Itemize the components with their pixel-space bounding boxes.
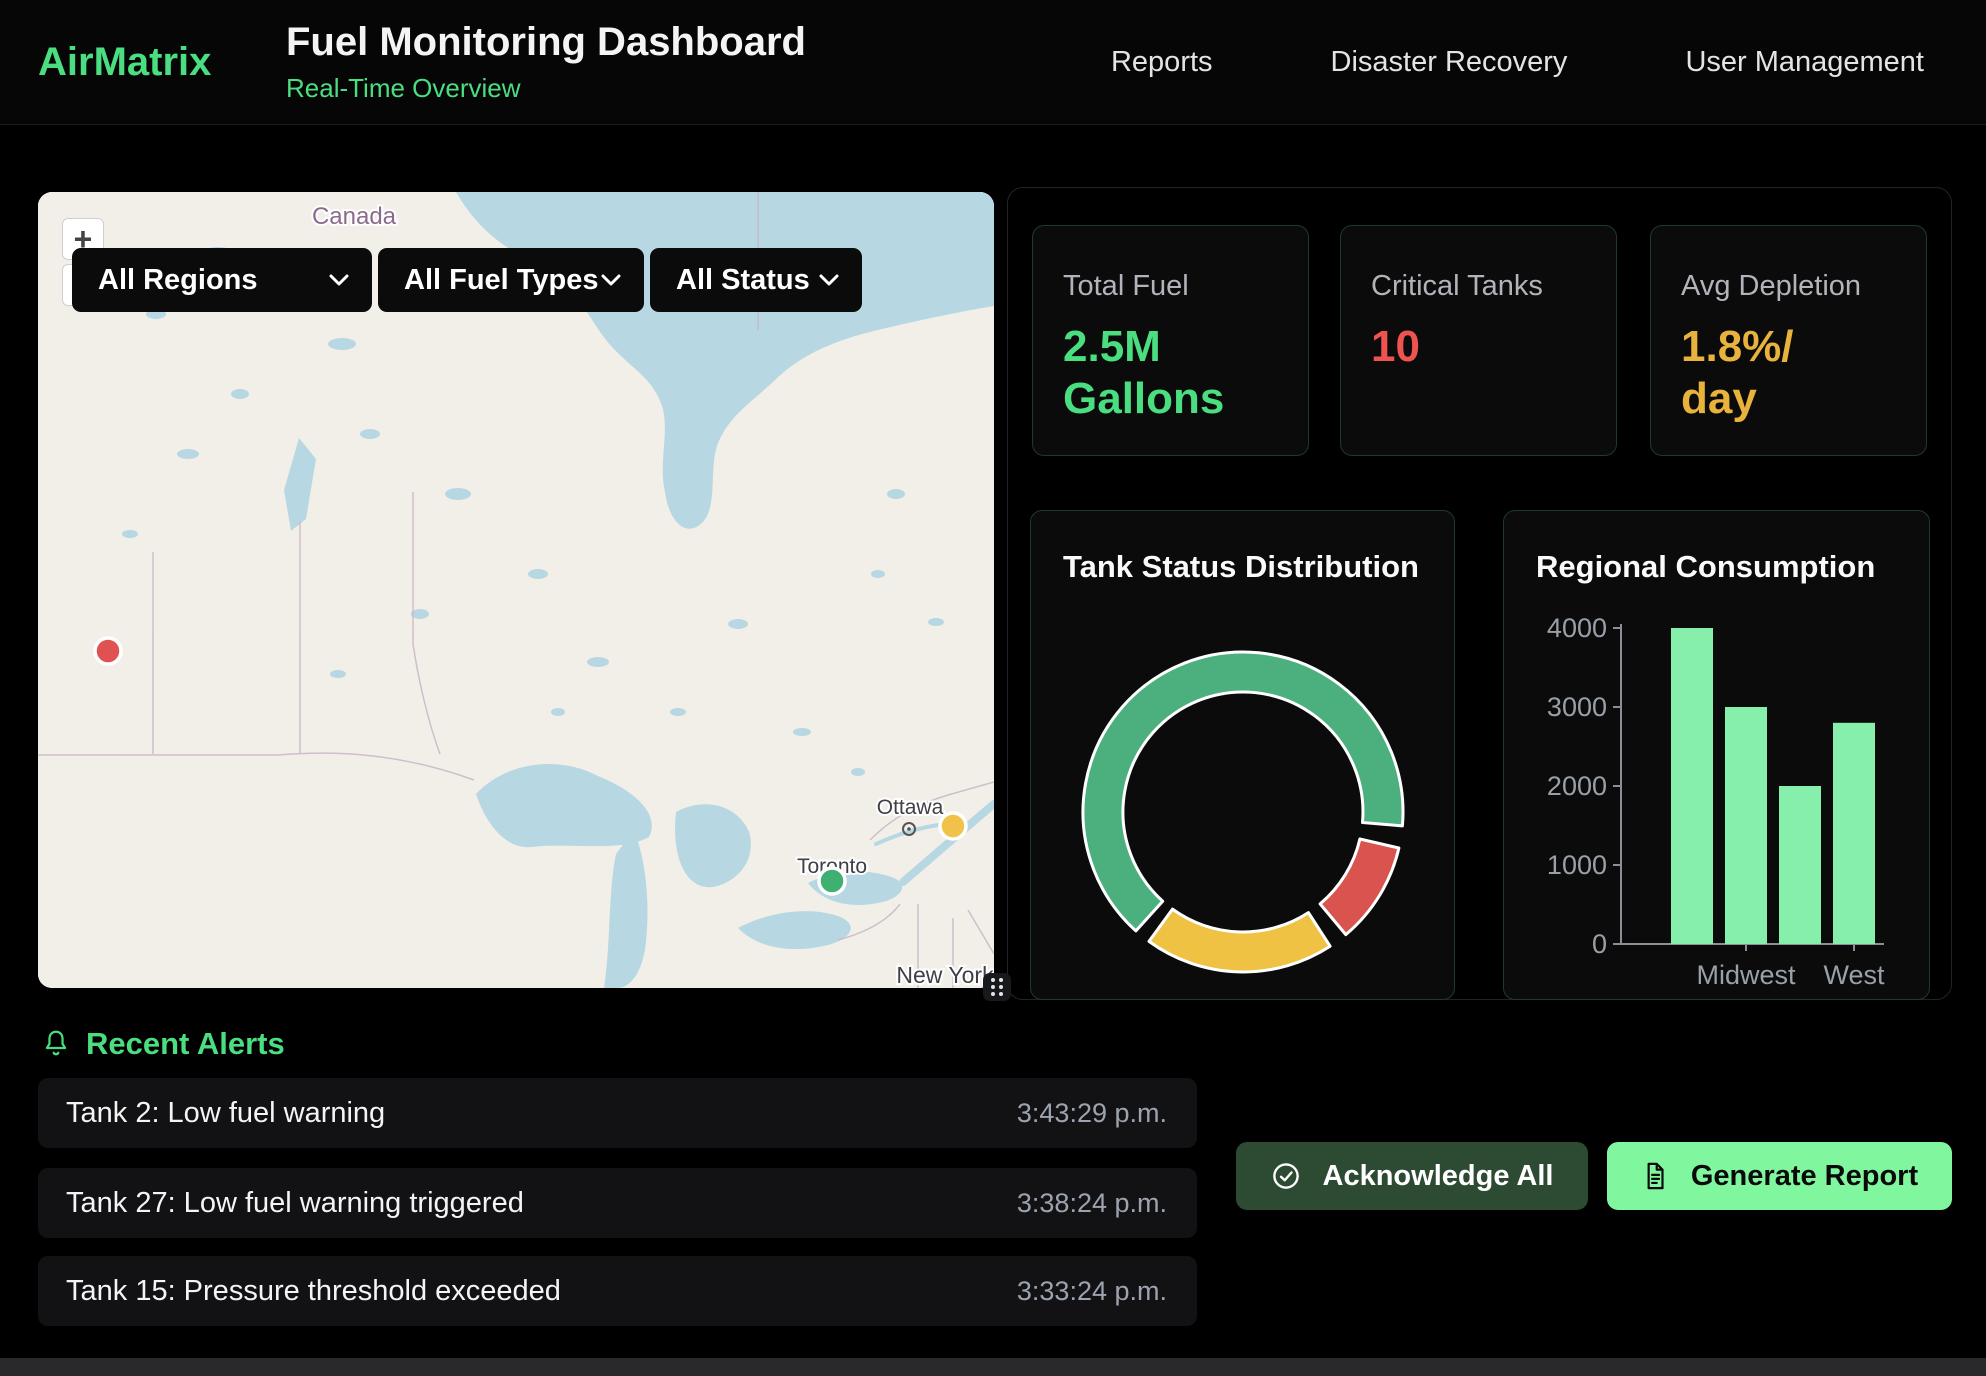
tank-status-chart-card: Tank Status Distribution	[1030, 510, 1455, 1000]
nav-user-management[interactable]: User Management	[1685, 46, 1924, 79]
svg-text:Midwest: Midwest	[1696, 960, 1796, 990]
alert-row[interactable]: Tank 27: Low fuel warning triggered 3:38…	[38, 1168, 1197, 1238]
status-filter-label: All Status	[676, 264, 810, 297]
alert-time: 3:43:29 p.m.	[1017, 1098, 1167, 1129]
stat-label: Avg Depletion	[1681, 270, 1926, 303]
fuel-type-filter-label: All Fuel Types	[404, 264, 598, 297]
page-title: Fuel Monitoring Dashboard	[286, 20, 806, 65]
regional-consumption-chart-card: Regional Consumption 01000200030004000Mi…	[1503, 510, 1930, 1000]
regional-consumption-bar-chart: 0 1000 2000 3000 4000 Midwest West	[1504, 511, 1931, 1001]
svg-text:West: West	[1823, 960, 1885, 990]
map-filter-row: All Regions All Fuel Types All Status	[72, 248, 862, 312]
stat-value: 2.5MGallons	[1063, 321, 1308, 425]
fuel-map[interactable]: Canada Ottawa Toronto New York + All Reg…	[38, 192, 994, 988]
alert-row[interactable]: Tank 15: Pressure threshold exceeded 3:3…	[38, 1256, 1197, 1326]
alert-time: 3:33:24 p.m.	[1017, 1276, 1167, 1307]
stat-card-total-fuel: Total Fuel 2.5MGallons	[1032, 225, 1309, 456]
alert-text: Tank 27: Low fuel warning triggered	[66, 1187, 524, 1220]
stat-value: 1.8%/day	[1681, 321, 1926, 425]
brand-logo: AirMatrix	[38, 40, 268, 85]
title-block: Fuel Monitoring Dashboard Real-Time Over…	[286, 20, 806, 104]
chevron-down-icon	[818, 273, 840, 287]
svg-text:0: 0	[1592, 929, 1607, 959]
map-label-new-york: New York	[896, 962, 994, 988]
footer-strip	[0, 1358, 1986, 1376]
nav-disaster-recovery[interactable]: Disaster Recovery	[1331, 46, 1568, 79]
nav-reports[interactable]: Reports	[1111, 46, 1213, 79]
stat-card-avg-depletion: Avg Depletion 1.8%/day	[1650, 225, 1927, 456]
bell-icon	[42, 1028, 70, 1060]
region-filter-dropdown[interactable]: All Regions	[72, 248, 372, 312]
stat-value: 10	[1371, 321, 1616, 373]
svg-text:1000: 1000	[1547, 850, 1607, 880]
main-nav: Reports Disaster Recovery User Managemen…	[1111, 46, 1924, 79]
acknowledge-all-label: Acknowledge All	[1323, 1160, 1554, 1193]
page-subtitle: Real-Time Overview	[286, 73, 806, 104]
chevron-down-icon	[328, 273, 350, 287]
app-header: AirMatrix Fuel Monitoring Dashboard Real…	[0, 0, 1986, 125]
grip-icon[interactable]	[983, 973, 1011, 1001]
fuel-type-filter-dropdown[interactable]: All Fuel Types	[378, 248, 644, 312]
tank-status-doughnut-chart	[1031, 511, 1456, 1001]
alert-text: Tank 2: Low fuel warning	[66, 1097, 385, 1130]
svg-text:4000: 4000	[1547, 613, 1607, 643]
stat-card-critical-tanks: Critical Tanks 10	[1340, 225, 1617, 456]
stat-label: Total Fuel	[1063, 270, 1308, 303]
acknowledge-all-button[interactable]: Acknowledge All	[1236, 1142, 1588, 1210]
check-circle-icon	[1271, 1161, 1301, 1191]
alert-text: Tank 15: Pressure threshold exceeded	[66, 1275, 561, 1308]
status-filter-dropdown[interactable]: All Status	[650, 248, 862, 312]
stat-label: Critical Tanks	[1371, 270, 1616, 303]
alert-time: 3:38:24 p.m.	[1017, 1188, 1167, 1219]
recent-alerts-title: Recent Alerts	[86, 1026, 285, 1062]
svg-text:2000: 2000	[1547, 771, 1607, 801]
document-icon	[1641, 1161, 1669, 1191]
recent-alerts-heading: Recent Alerts	[42, 1026, 285, 1062]
generate-report-label: Generate Report	[1691, 1160, 1918, 1193]
generate-report-button[interactable]: Generate Report	[1607, 1142, 1952, 1210]
map-label-ottawa: Ottawa	[877, 796, 944, 819]
svg-text:3000: 3000	[1547, 692, 1607, 722]
region-filter-label: All Regions	[98, 264, 258, 297]
map-label-canada: Canada	[312, 203, 397, 230]
chevron-down-icon	[600, 273, 622, 287]
alert-row[interactable]: Tank 2: Low fuel warning 3:43:29 p.m.	[38, 1078, 1197, 1148]
